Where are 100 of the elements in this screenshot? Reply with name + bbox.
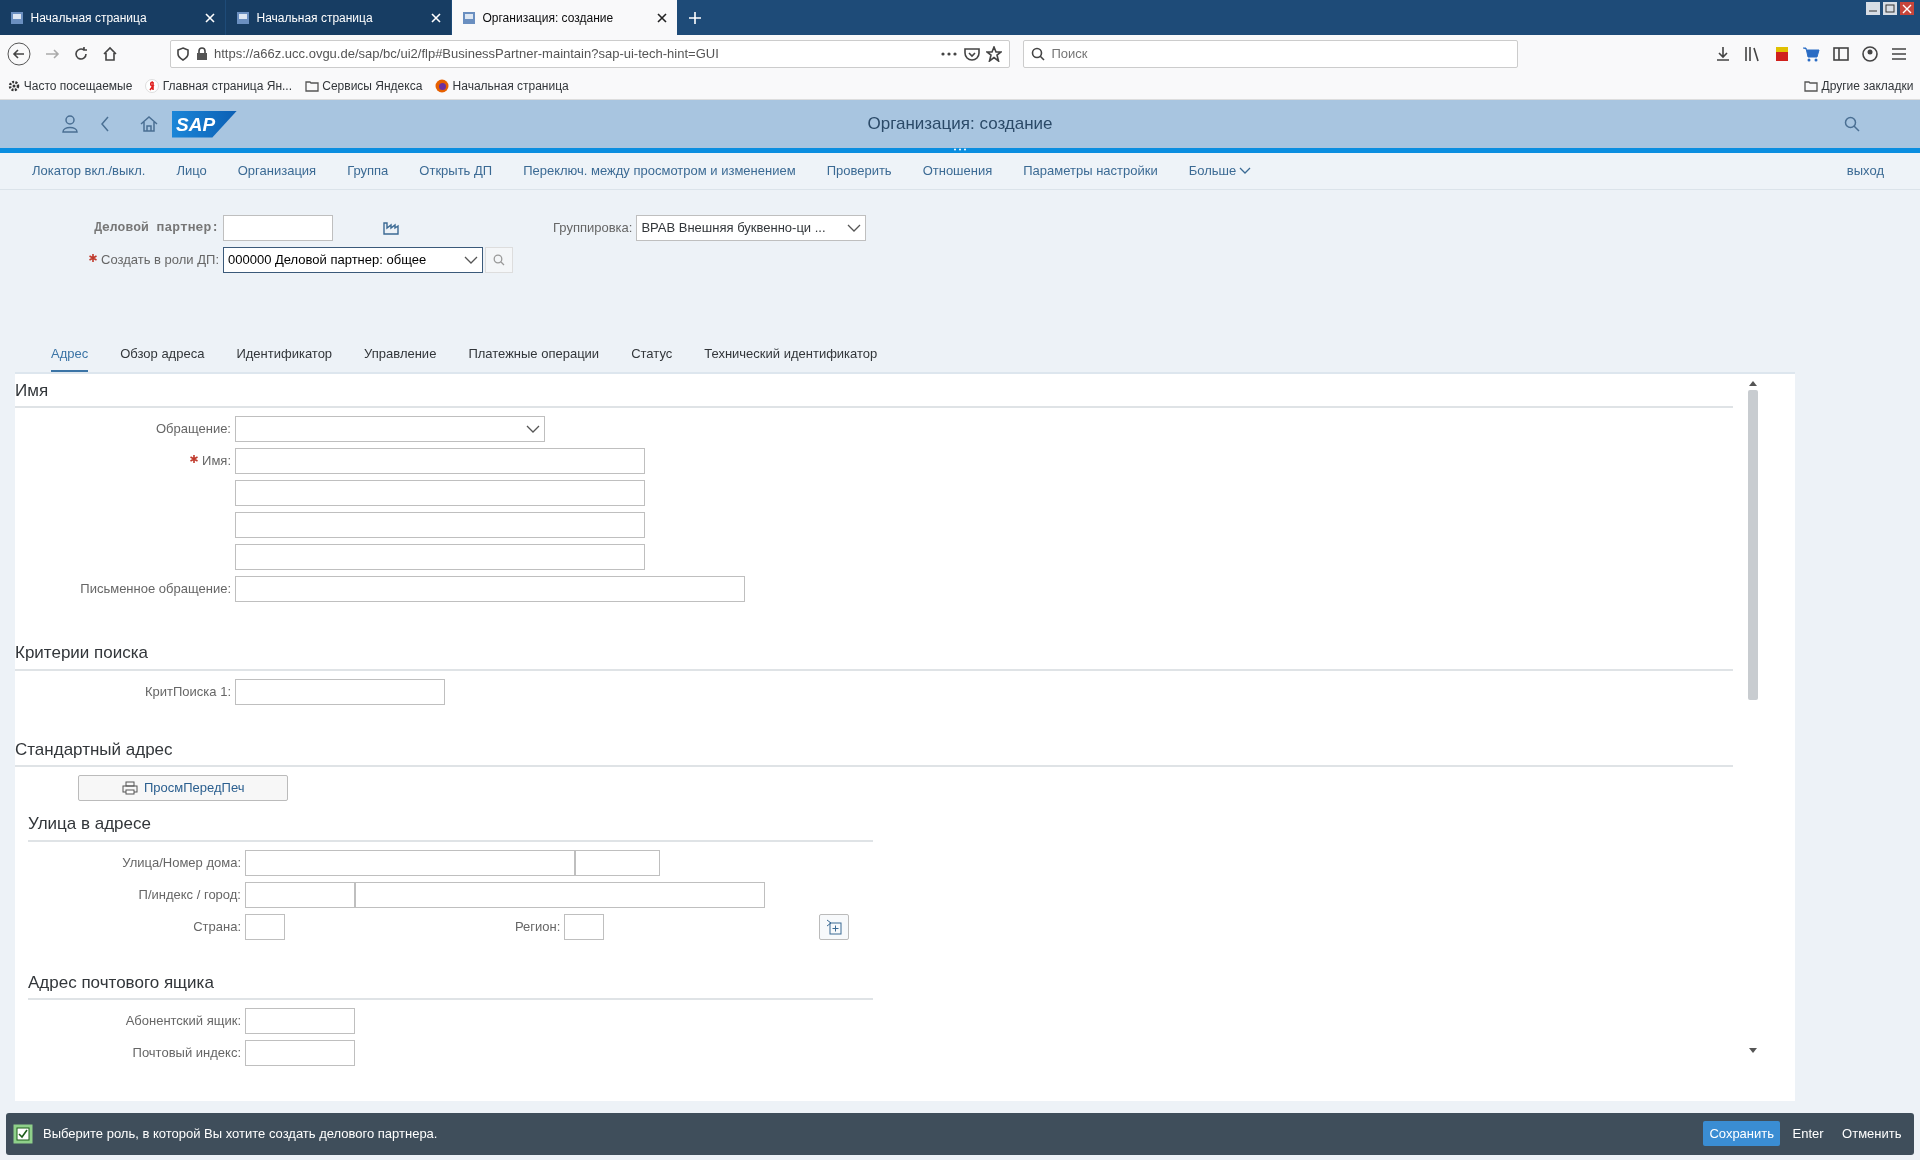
section-title: Имя	[15, 373, 1733, 408]
checkbox-icon	[12, 1123, 33, 1144]
flag-icon[interactable]	[1775, 45, 1789, 62]
page-icon	[10, 10, 24, 25]
handle-icon[interactable]	[953, 148, 967, 151]
footer-button[interactable]: Отменить	[1836, 1120, 1908, 1147]
home-icon[interactable]	[101, 45, 118, 62]
input-field[interactable]	[235, 448, 645, 474]
field-label: КритПоиска 1:	[145, 682, 231, 701]
person-icon[interactable]	[62, 115, 78, 133]
input-field[interactable]	[245, 1008, 355, 1034]
url-field[interactable]: https://a66z.ucc.ovgu.de/sap/bc/ui2/flp#BusinessPartner-maintain?sap-ui-tech-hint=GUI	[169, 39, 1010, 68]
scroll-up-icon[interactable]	[1749, 379, 1757, 386]
star-icon[interactable]	[986, 45, 1002, 62]
expand-icon	[826, 918, 843, 935]
account-icon[interactable]	[1862, 45, 1878, 62]
tab[interactable]: Адрес	[51, 340, 89, 372]
menu-icon[interactable]	[1891, 46, 1907, 61]
more-menu[interactable]: Больше	[1188, 161, 1252, 181]
input-field[interactable]	[355, 881, 765, 908]
pocket-icon[interactable]	[963, 46, 980, 61]
input-field[interactable]	[564, 913, 605, 940]
folder-icon	[1804, 78, 1819, 93]
back-icon[interactable]	[100, 116, 110, 132]
bookmark-link[interactable]: Часто посещаемые	[6, 76, 133, 95]
page-icon	[462, 10, 476, 25]
select-field[interactable]	[235, 416, 545, 442]
tab[interactable]: Управление	[364, 340, 437, 372]
cart-icon[interactable]	[1802, 45, 1820, 62]
sidebar-icon[interactable]	[1833, 45, 1849, 62]
input-field[interactable]	[245, 849, 575, 876]
input-field[interactable]	[245, 1040, 355, 1066]
input-field[interactable]	[245, 881, 355, 908]
input-field[interactable]	[235, 480, 645, 506]
section-title: Критерии поиска	[15, 636, 1733, 671]
section-title: Адрес почтового ящика	[28, 965, 873, 1000]
browser-tab[interactable]: Организация: создание	[452, 0, 677, 35]
menu-item[interactable]: Локатор вкл./выкл.	[32, 161, 146, 181]
tab[interactable]: Статус	[631, 340, 673, 372]
shield-icon	[177, 46, 189, 61]
tab[interactable]: Платежные операции	[468, 340, 600, 372]
value-help-button[interactable]	[485, 247, 513, 273]
tab-title: Начальная страница	[256, 9, 374, 27]
sap-logo[interactable]: SAP	[172, 110, 238, 138]
field-label: П/индекс / город:	[138, 885, 241, 904]
menu-item[interactable]: Проверить	[826, 161, 892, 181]
menu-item[interactable]: Организация	[237, 161, 317, 181]
expand-button[interactable]	[819, 913, 850, 940]
bookmark-link[interactable]: Главная страница Ян...	[145, 76, 292, 95]
reload-icon[interactable]	[72, 45, 89, 62]
plus-icon[interactable]	[688, 11, 702, 25]
partner-field[interactable]	[223, 215, 333, 241]
exit-link[interactable]: выход	[1846, 161, 1884, 181]
field-label: Группировка:	[553, 219, 634, 238]
input-field[interactable]	[235, 678, 445, 705]
tab[interactable]: Обзор адреса	[120, 340, 205, 372]
browser-tab[interactable]: Начальная страница	[0, 0, 225, 35]
menu-item[interactable]: Отношения	[922, 161, 993, 181]
bookmark-link[interactable]: Другие закладки	[1804, 76, 1914, 95]
field-label: Создать в роли ДП:	[101, 251, 219, 270]
menu-item[interactable]: Переключ. между просмотром и изменением	[523, 161, 796, 181]
field-label: Почтовый индекс:	[132, 1044, 241, 1063]
tab[interactable]: Технический идентификатор	[704, 340, 878, 372]
field-label: Абонентский ящик:	[125, 1012, 241, 1031]
back-icon[interactable]	[6, 41, 31, 66]
download-icon[interactable]	[1715, 45, 1731, 62]
menu-item[interactable]: Параметры настройки	[1023, 161, 1158, 181]
scrollbar-thumb[interactable]	[1748, 389, 1758, 700]
input-field[interactable]	[575, 849, 660, 876]
role-select[interactable]: 000000 Деловой партнер: общее	[223, 247, 483, 273]
tab[interactable]: Идентификатор	[236, 340, 333, 372]
search-icon[interactable]	[1844, 116, 1860, 132]
input-field[interactable]	[245, 913, 285, 940]
print-preview-button[interactable]: ПросмПередПеч	[78, 775, 288, 801]
firefox-icon	[435, 78, 450, 93]
bookmark-link[interactable]: Начальная страница	[435, 76, 569, 95]
chevron-down-icon	[526, 425, 540, 433]
footer-button[interactable]: Enter	[1786, 1120, 1830, 1147]
minimize-icon[interactable]	[1865, 2, 1880, 15]
search-field[interactable]: Поиск	[1022, 39, 1518, 68]
chevron-down-icon	[464, 256, 478, 264]
footer-button[interactable]: Сохранить	[1703, 1120, 1780, 1147]
input-field[interactable]	[235, 512, 645, 538]
field-label: Улица/Номер дома:	[122, 853, 241, 872]
grouping-select[interactable]: BPAB Внешняя буквенно-ци ...	[636, 215, 867, 241]
menu-item[interactable]: Группа	[347, 161, 389, 181]
section-title: Стандартный адрес	[15, 732, 1733, 767]
scroll-down-icon[interactable]	[1749, 1047, 1757, 1054]
more-icon[interactable]	[941, 51, 957, 56]
menu-item[interactable]: Лицо	[176, 161, 207, 181]
field-label: Письменное обращение:	[80, 580, 231, 599]
maximize-icon[interactable]	[1882, 2, 1897, 15]
library-icon[interactable]	[1744, 45, 1762, 62]
input-field[interactable]	[235, 576, 745, 602]
input-field[interactable]	[235, 544, 645, 570]
close-icon[interactable]	[657, 12, 667, 23]
bookmark-link[interactable]: Сервисы Яндекса	[305, 76, 423, 95]
browser-tab[interactable]: Начальная страница	[226, 0, 451, 35]
menu-item[interactable]: Открыть ДП	[419, 161, 493, 181]
factory-icon[interactable]	[383, 221, 399, 235]
